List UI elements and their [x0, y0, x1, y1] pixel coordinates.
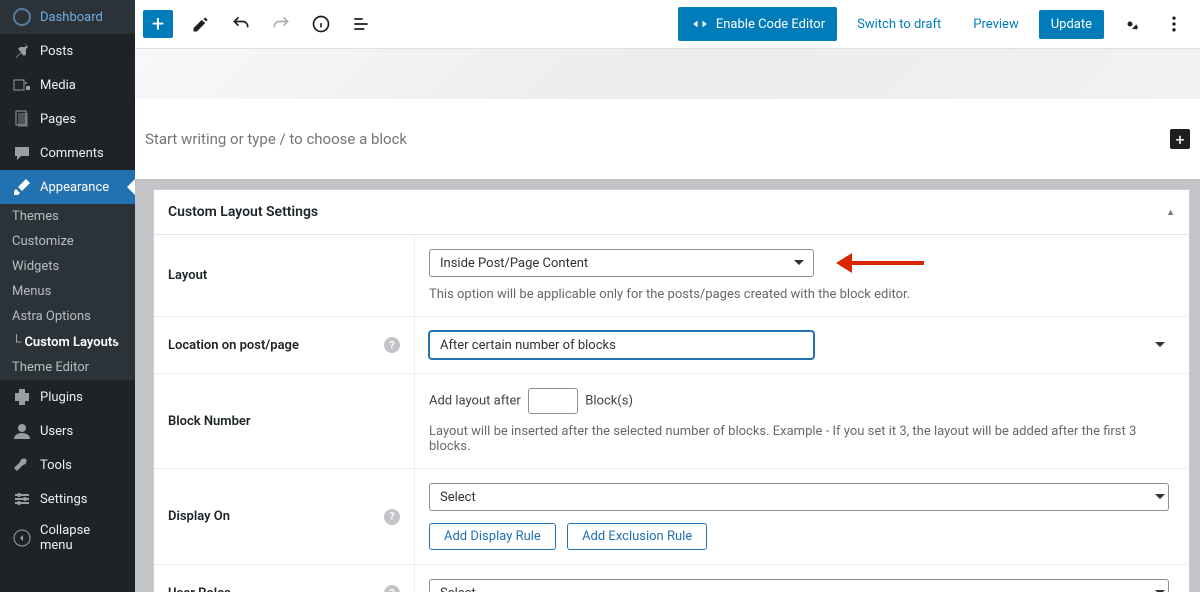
sidebar-item-posts[interactable]: Posts — [0, 34, 135, 68]
location-select[interactable]: After certain number of blocks — [429, 331, 814, 359]
edit-icon[interactable] — [183, 6, 219, 42]
sidebar-item-label: Posts — [40, 44, 73, 59]
sidebar-item-label: Media — [40, 78, 76, 93]
brush-icon — [12, 177, 32, 197]
field-note: Layout will be inserted after the select… — [429, 424, 1175, 454]
more-icon[interactable] — [1156, 6, 1192, 42]
admin-sidebar: Dashboard Posts Media Pages Comments App… — [0, 0, 135, 592]
add-block-button[interactable]: + — [143, 10, 173, 38]
annotation-arrow — [826, 253, 926, 273]
collapse-icon — [12, 528, 32, 548]
help-icon[interactable]: ? — [384, 337, 400, 353]
help-icon[interactable]: ? — [384, 585, 400, 592]
submenu-theme-editor[interactable]: Theme Editor — [0, 355, 135, 380]
help-icon[interactable]: ? — [384, 509, 400, 525]
enable-code-editor-button[interactable]: Enable Code Editor — [678, 7, 837, 41]
gear-icon[interactable] — [1112, 6, 1148, 42]
row-block-number: Block Number Add layout after Block(s) L… — [154, 374, 1189, 469]
inline-add-block-button[interactable]: + — [1170, 129, 1190, 149]
undo-icon[interactable] — [223, 6, 259, 42]
sidebar-item-pages[interactable]: Pages — [0, 102, 135, 136]
panel-header[interactable]: Custom Layout Settings ▲ — [154, 190, 1189, 235]
redo-icon[interactable] — [263, 6, 299, 42]
field-label: User Roles ? — [154, 565, 414, 592]
field-label: Display On ? — [154, 469, 414, 564]
sidebar-item-users[interactable]: Users — [0, 414, 135, 448]
sidebar-item-settings[interactable]: Settings — [0, 482, 135, 516]
block-placeholder: Start writing or type / to choose a bloc… — [145, 130, 1170, 148]
field-label: Layout — [154, 235, 414, 316]
row-user-roles: User Roles ? Select — [154, 565, 1189, 592]
users-icon — [12, 421, 32, 441]
input-prefix: Add layout after — [429, 394, 521, 409]
location-select-wrapper: After certain number of blocks — [429, 331, 1175, 359]
sidebar-item-comments[interactable]: Comments — [0, 136, 135, 170]
settings-icon — [12, 489, 32, 509]
outline-icon[interactable] — [343, 6, 379, 42]
submenu-menus[interactable]: Menus — [0, 279, 135, 304]
update-button[interactable]: Update — [1039, 10, 1104, 39]
row-location: Location on post/page ? After certain nu… — [154, 317, 1189, 374]
add-display-rule-button[interactable]: Add Display Rule — [429, 523, 556, 550]
layout-select-wrapper: Inside Post/Page Content — [429, 249, 814, 277]
sidebar-item-label: Pages — [40, 112, 76, 127]
page-banner — [135, 49, 1200, 99]
sidebar-item-label: Plugins — [40, 390, 83, 405]
user-roles-select[interactable]: Select — [429, 579, 1169, 592]
field-label: Block Number — [154, 374, 414, 468]
pin-icon — [12, 41, 32, 61]
sidebar-item-dashboard[interactable]: Dashboard — [0, 0, 135, 34]
sidebar-item-label: Comments — [40, 146, 104, 161]
submenu-customize[interactable]: Customize — [0, 229, 135, 254]
sidebar-item-plugins[interactable]: Plugins — [0, 380, 135, 414]
submenu-widgets[interactable]: Widgets — [0, 254, 135, 279]
sidebar-item-label: Tools — [40, 458, 72, 473]
sidebar-item-media[interactable]: Media — [0, 68, 135, 102]
sidebar-item-tools[interactable]: Tools — [0, 448, 135, 482]
submenu-themes[interactable]: Themes — [0, 204, 135, 229]
row-display-on: Display On ? Select Add Display Rule Add… — [154, 469, 1189, 565]
chevron-up-icon: ▲ — [1166, 207, 1175, 218]
sidebar-item-appearance[interactable]: Appearance — [0, 170, 135, 204]
block-number-input[interactable] — [528, 388, 578, 414]
sidebar-item-label: Settings — [40, 492, 87, 507]
tools-icon — [12, 455, 32, 475]
sidebar-item-collapse[interactable]: Collapse menu — [0, 516, 135, 560]
layout-select[interactable]: Inside Post/Page Content — [429, 249, 814, 277]
user-roles-select-wrapper: Select — [429, 579, 1175, 592]
panel-title: Custom Layout Settings — [168, 204, 318, 220]
sidebar-item-label: Collapse menu — [40, 523, 123, 553]
row-layout: Layout Inside Post/Page Content This opt… — [154, 235, 1189, 317]
display-on-select-wrapper: Select — [429, 483, 1175, 511]
add-exclusion-rule-button[interactable]: Add Exclusion Rule — [567, 523, 707, 550]
sidebar-item-label: Users — [40, 424, 73, 439]
submenu-custom-layouts[interactable]: Custom Layouts — [0, 329, 135, 355]
code-icon — [690, 14, 710, 34]
info-icon[interactable] — [303, 6, 339, 42]
appearance-submenu: Themes Customize Widgets Menus Astra Opt… — [0, 204, 135, 380]
pages-icon — [12, 109, 32, 129]
button-label: Enable Code Editor — [716, 17, 825, 32]
display-on-select[interactable]: Select — [429, 483, 1169, 511]
sidebar-item-label: Appearance — [40, 180, 109, 195]
sidebar-item-label: Dashboard — [40, 10, 103, 25]
switch-to-draft-button[interactable]: Switch to draft — [845, 10, 953, 39]
main-content: + Enable Code Editor Switch to draft Pre… — [135, 0, 1200, 592]
custom-layout-settings-panel: Custom Layout Settings ▲ Layout Inside P… — [153, 189, 1190, 592]
media-icon — [12, 75, 32, 95]
block-editor-row[interactable]: Start writing or type / to choose a bloc… — [135, 99, 1200, 179]
input-suffix: Block(s) — [585, 394, 633, 409]
field-label: Location on post/page ? — [154, 317, 414, 373]
editor-topbar: + Enable Code Editor Switch to draft Pre… — [135, 0, 1200, 49]
preview-button[interactable]: Preview — [961, 10, 1030, 39]
comments-icon — [12, 143, 32, 163]
dashboard-icon — [12, 7, 32, 27]
plugin-icon — [12, 387, 32, 407]
submenu-astra-options[interactable]: Astra Options — [0, 304, 135, 329]
field-note: This option will be applicable only for … — [429, 287, 1175, 302]
